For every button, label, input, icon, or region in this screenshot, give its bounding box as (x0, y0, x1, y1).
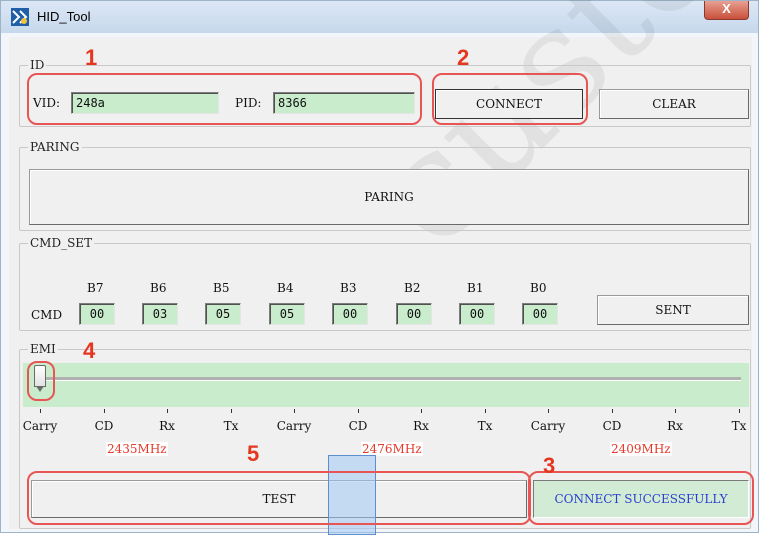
slider-tick (675, 409, 676, 413)
cmd-input-b3[interactable]: 00 (332, 303, 368, 325)
annotation-number-1: 1 (85, 45, 98, 70)
freq-label-1: 2435MHz (106, 442, 168, 456)
slider-tick-label: Carry (22, 419, 58, 433)
cmd-row-label: CMD (31, 308, 63, 322)
cmd-set-group-label: CMD_SET (28, 236, 95, 250)
cmd-input-b1[interactable]: 00 (459, 303, 495, 325)
annotation-box-1 (27, 73, 422, 125)
annotation-box-3 (528, 471, 754, 525)
slider-tick-label: Carry (530, 419, 566, 433)
slider-tick (294, 409, 295, 413)
clear-button[interactable]: CLEAR (599, 89, 749, 119)
slider-tick-label: CD (94, 419, 114, 433)
slider-tick (421, 409, 422, 413)
slider-tick-label: Rx (413, 419, 429, 433)
cmd-input-b7[interactable]: 00 (79, 303, 115, 325)
annotation-number-3: 3 (543, 453, 556, 478)
cmd-input-b0[interactable]: 00 (522, 303, 558, 325)
emi-slider-bg (23, 363, 749, 407)
slider-tick-label: Tx (731, 419, 747, 433)
cmd-input-b5[interactable]: 05 (205, 303, 241, 325)
slider-tick-label: Rx (667, 419, 683, 433)
bit-label-b1: B1 (467, 281, 484, 295)
slider-tick-label: Rx (159, 419, 175, 433)
bit-label-b2: B2 (404, 281, 421, 295)
slider-tick-label: Tx (223, 419, 239, 433)
client-area: custom ID VID: 248a PID: 8366 CONNECT CL… (9, 0, 759, 535)
freq-label-3: 2409MHz (610, 442, 672, 456)
slider-tick (612, 409, 613, 413)
id-group-label: ID (28, 58, 47, 72)
slider-tick (167, 409, 168, 413)
slider-tick-label: Tx (477, 419, 493, 433)
bit-label-b0: B0 (530, 281, 547, 295)
bit-label-b7: B7 (87, 281, 104, 295)
app-logo-icon (11, 8, 29, 26)
bit-label-b3: B3 (340, 281, 357, 295)
cmd-input-b4[interactable]: 05 (269, 303, 305, 325)
slider-tick (40, 409, 41, 413)
paring-button[interactable]: PARING (29, 169, 749, 225)
emi-group-label: EMI (28, 342, 58, 356)
annotation-box-2 (432, 73, 588, 125)
slider-tick-label: Carry (276, 419, 312, 433)
annotation-box-5 (27, 471, 531, 525)
annotation-number-4: 4 (83, 338, 96, 363)
paring-group-label: PARING (28, 140, 82, 154)
sent-button[interactable]: SENT (597, 295, 749, 325)
slider-tick (104, 409, 105, 413)
window-title: HID_Tool (37, 9, 91, 24)
bit-label-b4: B4 (277, 281, 294, 295)
slider-tick (231, 409, 232, 413)
cmd-input-b6[interactable]: 03 (142, 303, 178, 325)
emi-slider-track[interactable] (35, 377, 741, 381)
slider-tick-label: CD (602, 419, 622, 433)
cmd-input-b2[interactable]: 00 (396, 303, 432, 325)
slider-tick (358, 409, 359, 413)
bit-label-b6: B6 (150, 281, 167, 295)
bit-label-b5: B5 (213, 281, 230, 295)
slider-tick (739, 409, 740, 413)
app-window: HID_Tool X custom ID VID: 248a PID: 8366… (0, 0, 759, 535)
annotation-box-4 (27, 361, 55, 401)
annotation-number-2: 2 (457, 45, 470, 70)
watermark: custom (339, 0, 759, 281)
freq-label-2: 2476MHz (361, 442, 423, 456)
slider-tick (548, 409, 549, 413)
slider-tick (485, 409, 486, 413)
annotation-number-5: 5 (247, 441, 260, 466)
slider-tick-label: CD (348, 419, 368, 433)
